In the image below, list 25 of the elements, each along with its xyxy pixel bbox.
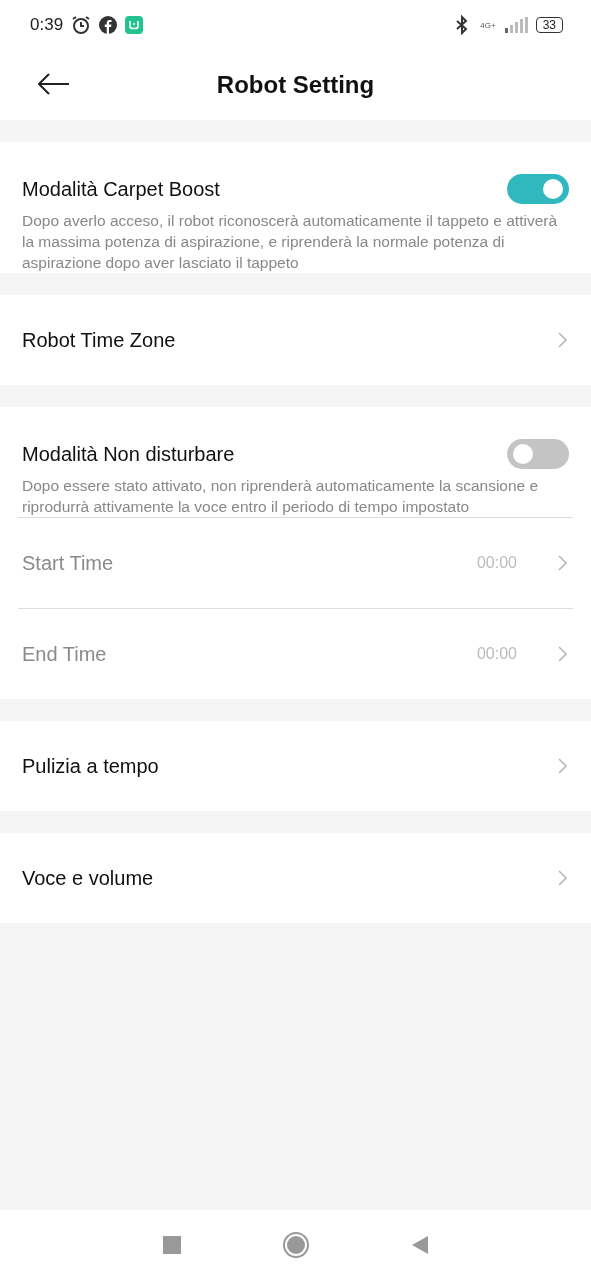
chevron-right-icon (557, 646, 567, 662)
app-icon (125, 16, 144, 34)
battery-level: 33 (535, 17, 563, 33)
page-title: Robot Setting (216, 71, 375, 99)
alarm-icon (71, 15, 92, 35)
chevron-right-icon (557, 870, 567, 886)
setting-row[interactable]: Voce e volume (0, 833, 591, 923)
setting-description: Dopo essere stato attivato, non riprenderà automaticamente la scansione e riprodurrà attivamente la voce entro il periodo di tempo impostato (22, 476, 540, 517)
recents-icon[interactable] (161, 1235, 182, 1255)
home-icon[interactable] (281, 1231, 310, 1259)
setting-row[interactable]: Pulizia a tempo (0, 721, 591, 811)
chevron-right-icon (557, 555, 567, 571)
chevron-right-icon (557, 758, 567, 774)
setting-description: Dopo averlo acceso, il robot riconoscerà automaticamente il tappeto e attiverà la massima potenza di aspirazione, e riprenderà la normale potenza di aspirazione dopo aver lasciato il tappeto (22, 211, 559, 273)
toggle-switch[interactable] (507, 439, 569, 469)
chevron-right-icon (557, 332, 567, 348)
setting-label: Modalità Non disturbare (22, 442, 235, 466)
setting-row[interactable]: Robot Time Zone (0, 295, 591, 385)
toggle-switch[interactable] (507, 174, 569, 204)
facebook-icon (99, 16, 118, 34)
clock-time: 0:39 (30, 15, 64, 35)
network-label: 4G+ (480, 20, 496, 30)
signal-icon (503, 17, 528, 33)
back-arrow-icon[interactable] (38, 73, 70, 95)
setting-label: Modalità Carpet Boost (22, 177, 220, 201)
